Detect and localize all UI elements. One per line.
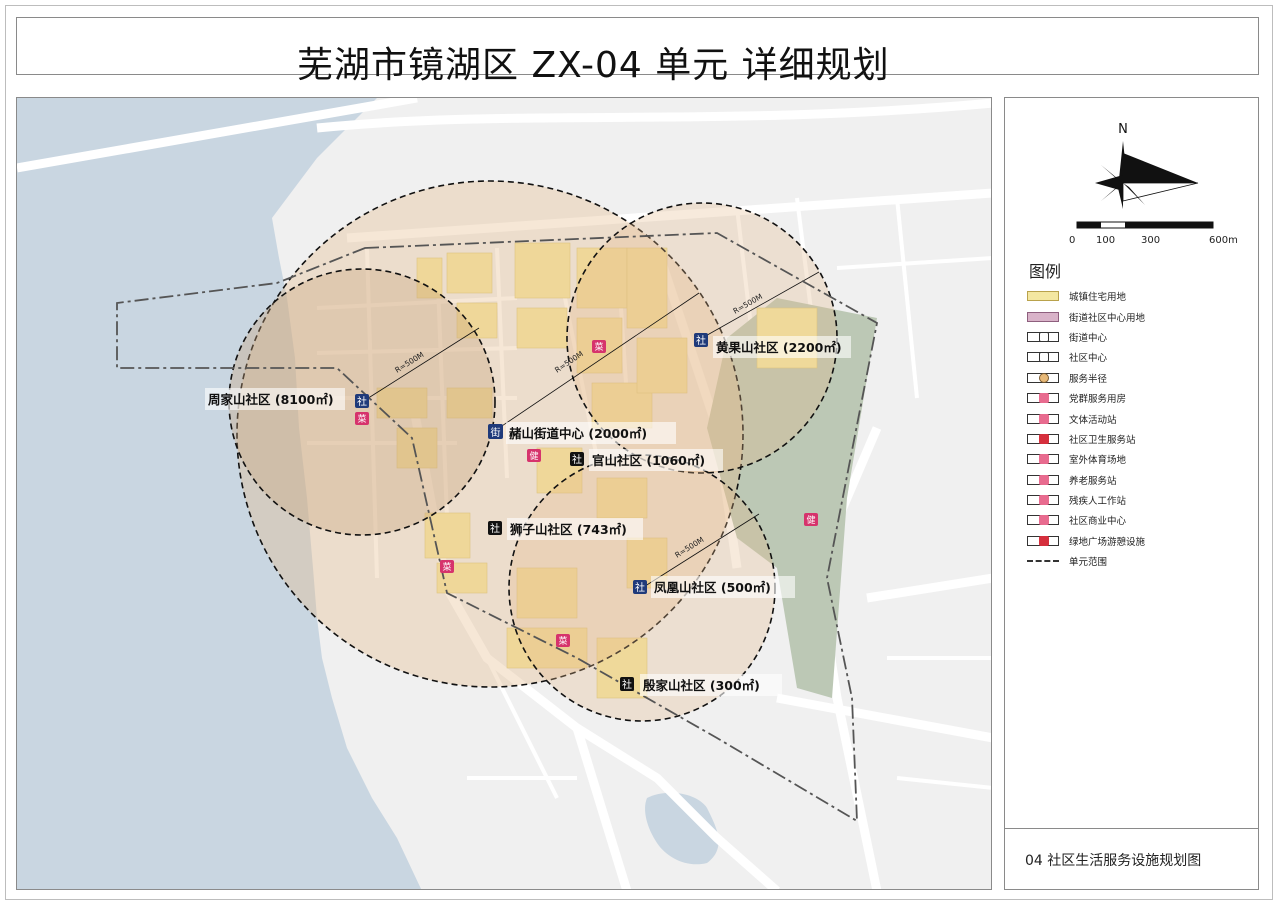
- marker-street-center: 街: [488, 424, 503, 439]
- service-radius-icon: [1027, 372, 1059, 383]
- marker-huangguoshan-community: 社: [694, 333, 708, 347]
- marker-fitness-2: 健: [804, 513, 818, 526]
- community-center-land-swatch: [1027, 311, 1059, 322]
- scale-bar: [1076, 221, 1214, 229]
- scale-labels: 0 100 300 600m: [1069, 235, 1238, 246]
- sheet-divider: [1005, 828, 1258, 829]
- page-title: 芜湖市镜湖区 ZX-04 单元 详细规划: [297, 45, 890, 86]
- party-service-icon: [1027, 393, 1059, 404]
- svg-text:街: 街: [491, 426, 501, 439]
- outdoor-sports-icon: [1027, 454, 1059, 465]
- commercial-center-icon: [1027, 515, 1059, 526]
- label-shizishan: 狮子山社区 (743㎡): [509, 522, 627, 537]
- marker-fitness-1: 健: [527, 449, 541, 462]
- label-huangguoshan: 黄果山社区 (2200㎡): [716, 340, 842, 355]
- svg-text:社: 社: [622, 678, 632, 691]
- north-arrow-icon: N: [1076, 122, 1214, 229]
- legend-item-health-station: 社区卫生服务站: [1027, 429, 1252, 449]
- legend-item-street-center: 街道中心: [1027, 327, 1252, 347]
- legend-item-party-service: 党群服务用房: [1027, 388, 1252, 408]
- legend-item-community-land: 街道社区中心用地: [1027, 306, 1252, 326]
- marker-vegetable-4: 菜: [556, 634, 570, 647]
- map-canvas: R=500M R=500M R=500M R=500M 社 菜 街 菜 社 健 …: [17, 98, 991, 889]
- disabled-station-icon: [1027, 495, 1059, 506]
- svg-text:菜: 菜: [442, 561, 451, 573]
- legend-item-residential: 城镇住宅用地: [1027, 286, 1252, 306]
- legend-panel: N 0 100 300 600m 图例 城镇住宅用地 街道社区中心用地 街道中心…: [1004, 97, 1259, 890]
- unit-boundary-icon: [1027, 560, 1059, 563]
- label-yinjiashan: 殷家山社区 (300㎡): [643, 678, 760, 693]
- marker-vegetable-1: 菜: [355, 412, 369, 425]
- svg-text:菜: 菜: [558, 635, 567, 647]
- sheet-title: 04 社区生活服务设施规划图: [1025, 853, 1202, 869]
- legend-item-service-radius: 服务半径: [1027, 368, 1252, 388]
- label-guanshan: 官山社区 (1060㎡): [592, 453, 705, 468]
- label-fenghuangshan: 凤凰山社区 (500㎡): [654, 580, 771, 595]
- map-panel[interactable]: R=500M R=500M R=500M R=500M 社 菜 街 菜 社 健 …: [16, 97, 992, 890]
- legend-item-outdoor-sports: 室外体育场地: [1027, 449, 1252, 469]
- label-zhoujiashan: 周家山社区 (8100㎡): [208, 392, 334, 407]
- svg-text:菜: 菜: [357, 413, 366, 425]
- legend-item-culture-sports: 文体活动站: [1027, 408, 1252, 428]
- svg-text:社: 社: [490, 522, 500, 535]
- svg-text:健: 健: [806, 514, 815, 526]
- legend-item-green-plaza: 绿地广场游憩设施: [1027, 531, 1252, 551]
- marker-guanshan-community: 社: [570, 452, 584, 466]
- legend-item-disabled-station: 残疾人工作站: [1027, 490, 1252, 510]
- legend-title: 图例: [1029, 262, 1062, 281]
- residential-land-swatch: [1027, 291, 1059, 302]
- health-station-icon: [1027, 433, 1059, 444]
- svg-text:N: N: [1118, 122, 1128, 137]
- svg-text:社: 社: [635, 581, 645, 594]
- svg-text:社: 社: [357, 395, 367, 408]
- svg-text:菜: 菜: [594, 341, 603, 353]
- culture-sports-icon: [1027, 413, 1059, 424]
- marker-yinjiashan-community: 社: [620, 677, 634, 691]
- title-box: 芜湖市镜湖区 ZX-04 单元 详细规划: [16, 17, 1259, 86]
- svg-text:社: 社: [572, 453, 582, 466]
- label-street-center: 赭山街道中心 (2000㎡): [509, 426, 647, 441]
- street-center-icon: [1027, 331, 1059, 342]
- marker-fenghuangshan-community: 社: [633, 580, 647, 594]
- community-center-icon: [1027, 352, 1059, 363]
- marker-zhoujiashan-community: 社: [355, 394, 369, 408]
- elderly-care-icon: [1027, 474, 1059, 485]
- green-plaza-icon: [1027, 535, 1059, 546]
- svg-text:社: 社: [696, 334, 706, 347]
- legend-item-elderly-care: 养老服务站: [1027, 470, 1252, 490]
- legend-item-commercial-center: 社区商业中心: [1027, 510, 1252, 530]
- marker-shizishan-community: 社: [488, 521, 502, 535]
- svg-text:健: 健: [529, 450, 538, 462]
- marker-vegetable-3: 菜: [440, 560, 454, 573]
- legend-item-community-center: 社区中心: [1027, 347, 1252, 367]
- legend-item-unit-boundary: 单元范围: [1027, 551, 1252, 571]
- legend-list: 城镇住宅用地 街道社区中心用地 街道中心 社区中心 服务半径 党群服务用房 文体…: [1027, 286, 1252, 571]
- marker-vegetable-2: 菜: [592, 340, 606, 353]
